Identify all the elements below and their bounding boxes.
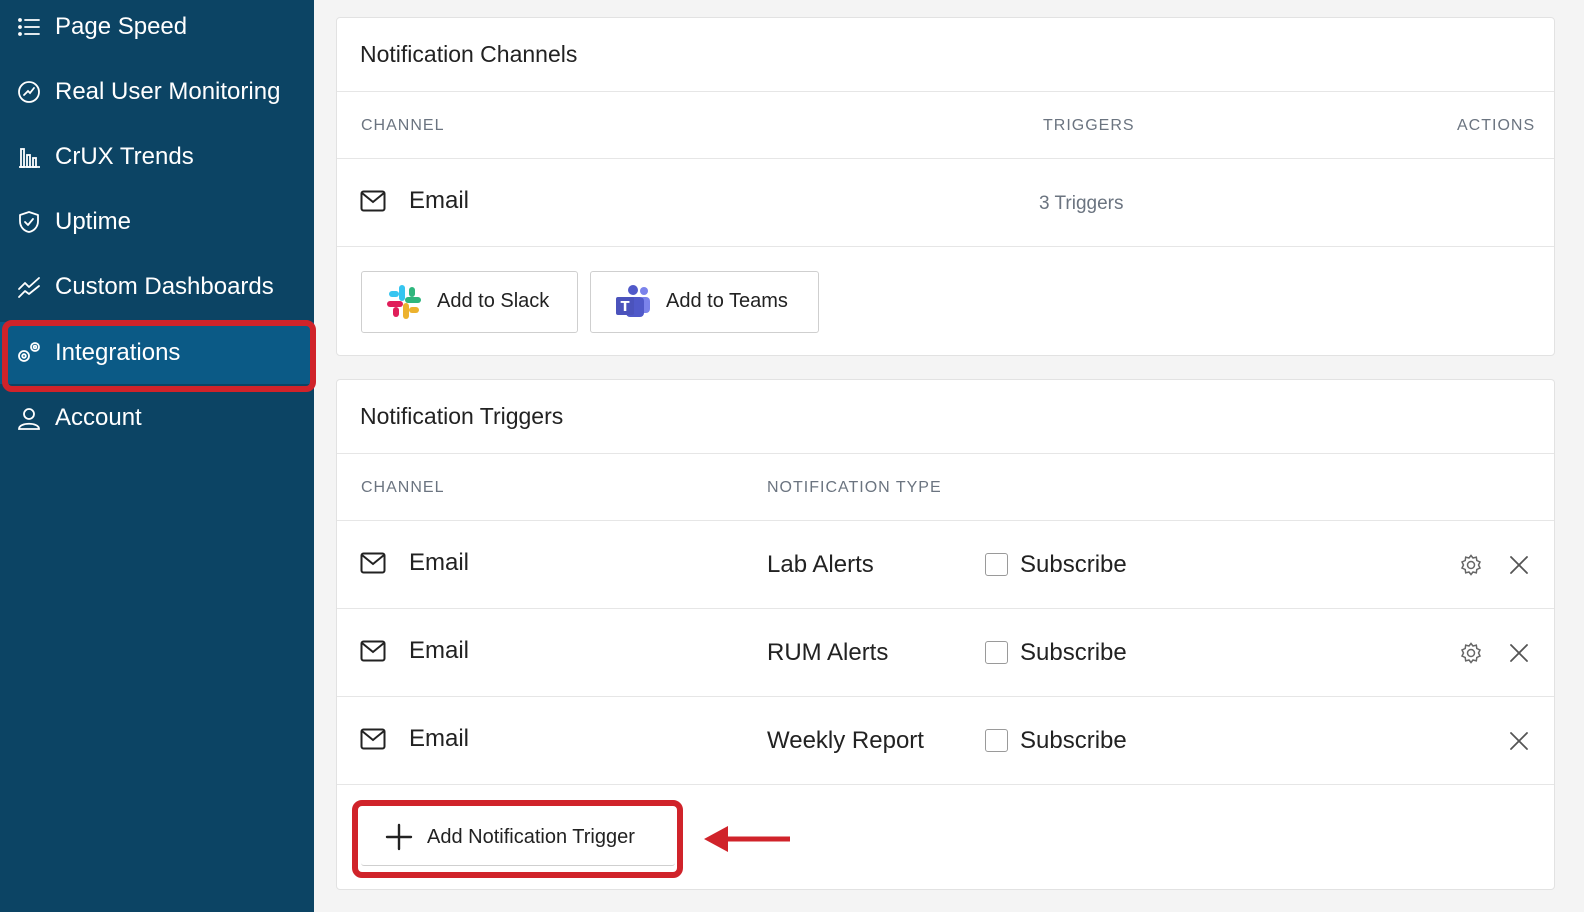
teams-icon: T	[614, 283, 652, 321]
sidebar-item-page-speed[interactable]: Page Speed	[0, 0, 314, 58]
sidebar: Page Speed Real User Monitoring CrUX Tre…	[0, 0, 314, 912]
column-header-notification-type: NOTIFICATION TYPE	[767, 479, 942, 496]
sidebar-item-label: Real User Monitoring	[55, 78, 281, 105]
sidebar-item-label: Account	[55, 404, 142, 431]
sidebar-item-label: Custom Dashboards	[55, 273, 274, 300]
divider	[337, 158, 1554, 159]
close-icon[interactable]	[1507, 641, 1531, 665]
button-label: Add Notification Trigger	[427, 826, 635, 848]
column-header-channel: CHANNEL	[361, 479, 445, 496]
trend-line-icon	[16, 274, 42, 300]
divider	[337, 91, 1554, 92]
subscribe-checkbox[interactable]	[985, 641, 1008, 664]
notification-type: Lab Alerts	[767, 551, 874, 578]
sidebar-item-label: CrUX Trends	[55, 143, 194, 170]
add-to-slack-button[interactable]: Add to Slack	[361, 271, 578, 333]
notification-type: Weekly Report	[767, 727, 924, 754]
subscribe-label[interactable]: Subscribe	[1020, 727, 1127, 755]
close-icon[interactable]	[1507, 553, 1531, 577]
sidebar-item-custom-dashboards[interactable]: Custom Dashboards	[0, 256, 314, 318]
gear-icon[interactable]	[1459, 641, 1483, 665]
notification-type: RUM Alerts	[767, 639, 889, 666]
divider	[337, 608, 1554, 609]
trigger-count[interactable]: 3 Triggers	[1039, 193, 1123, 215]
mail-icon	[360, 640, 386, 662]
sidebar-item-real-user-monitoring[interactable]: Real User Monitoring	[0, 61, 314, 123]
card-title: Notification Channels	[360, 41, 578, 67]
subscribe-checkbox[interactable]	[985, 553, 1008, 576]
divider	[337, 246, 1554, 247]
subscribe-label[interactable]: Subscribe	[1020, 639, 1127, 667]
bar-chart-icon	[16, 144, 42, 170]
notification-channels-card: Notification Channels CHANNEL TRIGGERS A…	[336, 17, 1555, 356]
svg-text:T: T	[621, 300, 630, 315]
mail-icon	[360, 728, 386, 750]
subscribe-label[interactable]: Subscribe	[1020, 551, 1127, 579]
card-title: Notification Triggers	[360, 403, 564, 429]
column-header-triggers: TRIGGERS	[1043, 117, 1135, 134]
sidebar-item-label: Page Speed	[55, 13, 188, 40]
sidebar-item-crux-trends[interactable]: CrUX Trends	[0, 126, 314, 188]
gauge-icon	[16, 79, 42, 105]
channel-name: Email	[409, 725, 470, 752]
user-icon	[16, 405, 42, 431]
column-header-channel: CHANNEL	[361, 117, 445, 134]
button-label: Add to Slack	[437, 290, 550, 312]
channel-name: Email	[409, 187, 470, 214]
divider	[337, 520, 1554, 521]
sidebar-item-label: Integrations	[55, 339, 181, 366]
column-header-actions: ACTIONS	[1457, 117, 1536, 134]
channel-name: Email	[409, 637, 470, 664]
sidebar-item-label: Uptime	[55, 208, 132, 235]
subscribe-checkbox[interactable]	[985, 729, 1008, 752]
button-label: Add to Teams	[666, 290, 788, 312]
divider	[337, 453, 1554, 454]
slack-icon	[385, 283, 423, 321]
gear-icon[interactable]	[1459, 553, 1483, 577]
close-icon[interactable]	[1507, 729, 1531, 753]
gears-icon	[16, 340, 42, 366]
channel-name: Email	[409, 549, 470, 576]
mail-icon	[360, 552, 386, 574]
mail-icon	[360, 190, 386, 212]
plus-icon	[385, 823, 413, 851]
list-icon	[16, 14, 42, 40]
add-notification-trigger-button[interactable]: Add Notification Trigger	[361, 808, 675, 866]
sidebar-item-account[interactable]: Account	[0, 387, 314, 449]
arrow-left-icon	[704, 826, 790, 852]
sidebar-item-integrations[interactable]: Integrations	[0, 322, 314, 384]
divider	[337, 696, 1554, 697]
shield-check-icon	[16, 209, 42, 235]
add-to-teams-button[interactable]: T Add to Teams	[590, 271, 819, 333]
sidebar-item-uptime[interactable]: Uptime	[0, 191, 314, 253]
notification-triggers-card: Notification Triggers CHANNEL NOTIFICATI…	[336, 379, 1555, 890]
divider	[337, 784, 1554, 785]
